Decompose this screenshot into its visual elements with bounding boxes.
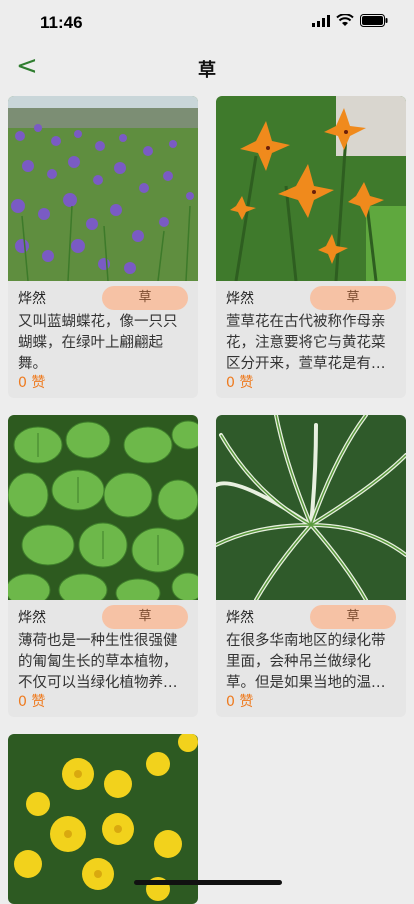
post-card[interactable] bbox=[8, 734, 198, 904]
system-icons bbox=[312, 14, 388, 27]
post-card[interactable]: 烨然 草 薄荷也是一种生性很强健的匍匐生长的草本植物，不仅可以当绿化植物养… 0… bbox=[8, 415, 198, 717]
post-description: 薄荷也是一种生性很强健的匍匐生长的草本植物，不仅可以当绿化植物养… bbox=[18, 633, 178, 691]
like-count[interactable]: 0 赞 bbox=[226, 691, 253, 711]
post-photo-yellow-flowers bbox=[8, 734, 198, 904]
post-description: 又叫蓝蝴蝶花，像一只只蝴蝶，在绿叶上翩翩起舞。 bbox=[18, 314, 178, 372]
navigation-bar: < 草 bbox=[0, 44, 414, 92]
post-photo-iris bbox=[8, 96, 198, 281]
category-tag[interactable]: 草 bbox=[310, 286, 396, 310]
author-name: 烨然 bbox=[18, 291, 46, 307]
status-time: 11:46 bbox=[40, 13, 83, 32]
category-tag[interactable]: 草 bbox=[102, 605, 188, 629]
post-photo-daylily bbox=[216, 96, 406, 281]
post-photo-spider-plant bbox=[216, 415, 406, 600]
wifi-icon bbox=[336, 14, 354, 26]
home-indicator[interactable] bbox=[134, 880, 282, 885]
post-card[interactable]: 烨然 草 又叫蓝蝴蝶花，像一只只蝴蝶，在绿叶上翩翩起舞。 0 赞 bbox=[8, 96, 198, 398]
category-tag[interactable]: 草 bbox=[102, 286, 188, 310]
author-name: 烨然 bbox=[226, 610, 254, 626]
post-description: 萱草花在古代被称作母亲花，注意要将它与黄花菜区分开来，萱草花是有… bbox=[226, 314, 386, 372]
author-name: 烨然 bbox=[226, 291, 254, 307]
post-photo-mint bbox=[8, 415, 198, 600]
signal-icon bbox=[312, 14, 330, 27]
like-count[interactable]: 0 赞 bbox=[18, 372, 45, 392]
status-bar: 11:46 bbox=[0, 0, 414, 44]
post-card[interactable]: 烨然 草 萱草花在古代被称作母亲花，注意要将它与黄花菜区分开来，萱草花是有… 0… bbox=[216, 96, 406, 398]
post-card[interactable]: 烨然 草 在很多华南地区的绿化带里面，会种吊兰做绿化草。但是如果当地的温… 0 … bbox=[216, 415, 406, 717]
post-description: 在很多华南地区的绿化带里面，会种吊兰做绿化草。但是如果当地的温… bbox=[226, 633, 386, 691]
page-title: 草 bbox=[198, 60, 216, 81]
like-count[interactable]: 0 赞 bbox=[18, 691, 45, 711]
like-count[interactable]: 0 赞 bbox=[226, 372, 253, 392]
author-name: 烨然 bbox=[18, 610, 46, 626]
battery-icon bbox=[360, 14, 388, 27]
category-tag[interactable]: 草 bbox=[310, 605, 396, 629]
